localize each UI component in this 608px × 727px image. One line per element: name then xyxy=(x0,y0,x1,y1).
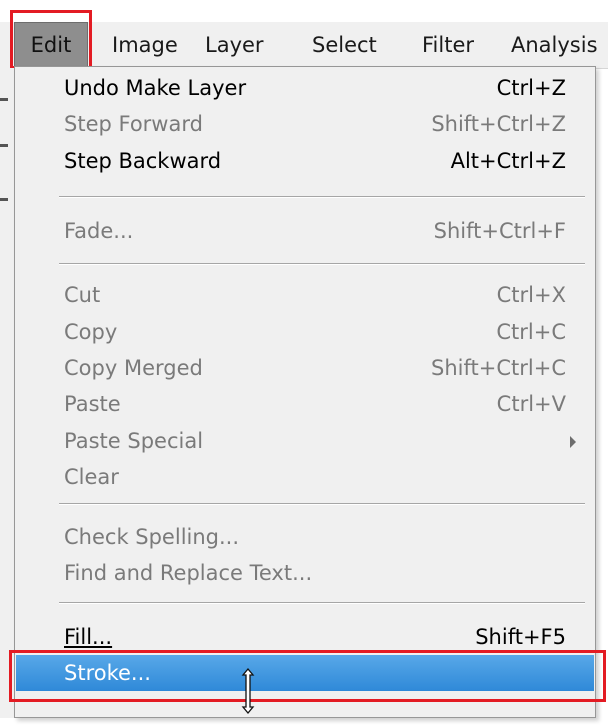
menu-select[interactable]: Select xyxy=(312,22,377,68)
menu-item-label: Copy xyxy=(64,320,118,344)
menu-item-shortcut: Ctrl+C xyxy=(496,320,566,344)
menu-item-label: Step Forward xyxy=(64,112,203,136)
menu-item-label: Paste Special xyxy=(64,429,204,453)
menu-item-paste-special[interactable]: Paste Special xyxy=(16,423,594,459)
menu-item-check-spelling[interactable]: Check Spelling... xyxy=(16,519,594,555)
menu-item-fill[interactable]: Fill... Shift+F5 xyxy=(16,619,594,655)
screenshot-stage: Edit Image Layer Select Filter Analysis … xyxy=(0,0,608,727)
menu-item-label: Clear xyxy=(64,465,119,489)
menu-item-cut[interactable]: Cut Ctrl+X xyxy=(16,277,594,313)
menu-item-label: Paste xyxy=(64,392,121,416)
menu-separator xyxy=(59,602,585,604)
menu-item-paste[interactable]: Paste Ctrl+V xyxy=(16,386,594,422)
menu-item-shortcut: Alt+Ctrl+Z xyxy=(450,149,566,173)
menu-separator xyxy=(59,196,585,198)
menu-item-shortcut: Shift+Ctrl+F xyxy=(433,219,566,243)
menu-item-clear[interactable]: Clear xyxy=(16,459,594,495)
menu-item-label: Undo Make Layer xyxy=(64,76,247,100)
menu-item-label: Cut xyxy=(64,283,101,307)
ruler-mark xyxy=(0,198,8,201)
menu-item-step-forward[interactable]: Step Forward Shift+Ctrl+Z xyxy=(16,106,594,142)
menu-edit[interactable]: Edit xyxy=(14,22,88,68)
menu-item-step-backward[interactable]: Step Backward Alt+Ctrl+Z xyxy=(16,143,594,179)
menu-item-shortcut: Shift+F5 xyxy=(475,625,566,649)
menu-item-fade[interactable]: Fade... Shift+Ctrl+F xyxy=(16,213,594,249)
menu-image[interactable]: Image xyxy=(112,22,178,68)
submenu-arrow-icon xyxy=(570,436,576,448)
menu-filter[interactable]: Filter xyxy=(422,22,474,68)
menu-item-label: Copy Merged xyxy=(64,356,203,380)
menu-separator xyxy=(59,503,585,505)
i-beam-resize-cursor-icon xyxy=(241,667,255,715)
menu-item-undo-make-layer[interactable]: Undo Make Layer Ctrl+Z xyxy=(16,70,594,106)
menu-item-copy[interactable]: Copy Ctrl+C xyxy=(16,314,594,350)
menu-item-shortcut: Ctrl+Z xyxy=(496,76,566,100)
menu-bar: Edit Image Layer Select Filter Analysis xyxy=(0,22,608,69)
ruler-mark xyxy=(0,98,8,101)
menu-item-shortcut: Shift+Ctrl+C xyxy=(431,356,566,380)
ruler-mark xyxy=(0,144,8,147)
menu-item-shortcut: Ctrl+X xyxy=(496,283,566,307)
menu-item-copy-merged[interactable]: Copy Merged Shift+Ctrl+C xyxy=(16,350,594,386)
edit-dropdown-menu: Undo Make Layer Ctrl+Z Step Forward Shif… xyxy=(14,66,596,718)
menu-item-label: Find and Replace Text... xyxy=(64,561,313,585)
menu-separator xyxy=(59,263,585,265)
menu-item-label: Fade... xyxy=(64,219,134,243)
menu-layer[interactable]: Layer xyxy=(205,22,264,68)
menu-item-label: Fill... xyxy=(64,625,113,649)
menu-item-label: Stroke... xyxy=(64,661,151,685)
menu-item-label: Step Backward xyxy=(64,149,222,173)
document-edge xyxy=(0,68,14,718)
menu-item-shortcut: Ctrl+V xyxy=(496,392,566,416)
menu-analysis[interactable]: Analysis xyxy=(511,22,598,68)
menu-item-label: Check Spelling... xyxy=(64,525,240,549)
menu-item-find-and-replace-text[interactable]: Find and Replace Text... xyxy=(16,555,594,591)
menu-item-shortcut: Shift+Ctrl+Z xyxy=(431,112,566,136)
menu-item-stroke[interactable]: Stroke... xyxy=(16,655,594,691)
